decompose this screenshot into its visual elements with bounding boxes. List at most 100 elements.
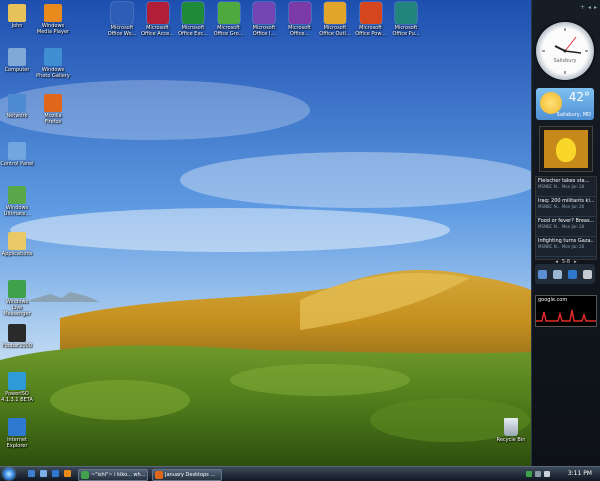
excel-icon xyxy=(182,2,204,24)
desktop-icon-label: Computer xyxy=(4,67,30,73)
media-player-icon xyxy=(44,4,62,22)
access-shortcut[interactable]: Microsoft Office Acce... xyxy=(140,2,176,37)
poweriso-shortcut[interactable]: PowerISO 4.1.3.1 BETA xyxy=(0,372,34,403)
desktop-icon-label: Network xyxy=(6,113,28,119)
quicklaunch-desktop-icon[interactable] xyxy=(28,470,35,477)
weather-temperature: 42° xyxy=(568,90,590,104)
feed-date: Mon Jan 28 xyxy=(561,184,585,189)
launcher-ie-icon[interactable] xyxy=(568,269,577,279)
sidebar-next-icon[interactable]: ▸ xyxy=(594,4,597,11)
feed-meta: MSNBC N... Mon Jan 28 xyxy=(538,204,594,209)
firefox-shortcut[interactable]: Mozilla Firefox xyxy=(36,94,70,125)
quicklaunch-media-icon[interactable] xyxy=(64,470,71,477)
foobar-icon xyxy=(8,324,26,342)
sidebar-add-gadget-icon[interactable]: + xyxy=(580,4,585,11)
media-player-shortcut[interactable]: Windows Media Player xyxy=(36,4,70,35)
feed-meta: MSNBC N... Mon Jan 28 xyxy=(538,224,594,229)
desktop-icon-label: Windows Live Messenger xyxy=(3,299,31,317)
control-panel-shortcut[interactable]: Control Panel xyxy=(0,142,34,167)
desktop-icon-label: Microsoft Office... xyxy=(288,25,311,37)
clock-face-icon xyxy=(542,28,588,74)
feed-date: Mon Jan 28 xyxy=(561,244,585,249)
photo-gallery-icon xyxy=(44,48,62,66)
feed-headline[interactable]: Iraq: 200 militants ki... MSNBC N... Mon … xyxy=(536,197,596,217)
taskbar-messenger-button[interactable]: ~"ishi"~ i kiko... wh... xyxy=(78,469,148,481)
powerpoint-shortcut[interactable]: Microsoft Office Pow... xyxy=(353,2,389,37)
excel-shortcut[interactable]: Microsoft Office Exc... xyxy=(175,2,211,37)
taskbar-firefox-icon xyxy=(155,471,163,479)
computer-shortcut[interactable]: Computer xyxy=(0,48,34,73)
taskbar-messenger-icon xyxy=(81,471,89,479)
feed-source: MSNBC N... xyxy=(538,184,561,189)
windows-ultimate-shortcut[interactable]: Windows Ultimate... xyxy=(0,186,34,217)
slideshow-gadget[interactable] xyxy=(539,126,593,172)
slideshow-image xyxy=(544,130,588,168)
feed-headline[interactable]: Food or fever? Breas... MSNBC N... Mon Ja… xyxy=(536,217,596,237)
publisher-icon xyxy=(395,2,417,24)
taskbar-firefox-button[interactable]: January Desktops ... xyxy=(152,469,222,481)
feed-headline[interactable]: Fleischer takes sta... MSNBC N... Mon Jan… xyxy=(536,177,596,197)
publisher-shortcut[interactable]: Microsoft Office Pu... xyxy=(388,2,424,37)
photo-gallery-shortcut[interactable]: Windows Photo Gallery xyxy=(36,48,70,79)
feed-headline[interactable]: Infighting turns Gaza... MSNBC N... Mon J… xyxy=(536,237,596,257)
groove-shortcut[interactable]: Microsoft Office Gro... xyxy=(211,2,247,37)
clock-gadget[interactable]: Salisbury xyxy=(536,22,594,80)
desktop-icon-label: Windows Photo Gallery xyxy=(36,67,70,79)
sidebar-prev-icon[interactable]: ◂ xyxy=(588,4,591,11)
meter-title: google.com xyxy=(538,297,568,303)
access-icon xyxy=(146,2,169,24)
launcher-item-2-icon[interactable] xyxy=(553,269,562,279)
system-tray: 3:11 PM xyxy=(524,467,600,481)
taskbar-button-label: ~"ishi"~ i kiko... wh... xyxy=(91,472,146,478)
desktop-icon-label: Microsoft Office Gro... xyxy=(213,25,244,37)
weather-gadget[interactable]: 42° Salisbury, MD xyxy=(536,88,594,120)
taskbar-clock[interactable]: 3:11 PM xyxy=(568,467,592,481)
desktop-icon-label: Internet Explorer xyxy=(6,437,28,449)
internet-explorer-shortcut[interactable]: Internet Explorer xyxy=(0,418,34,449)
tray-volume-icon[interactable] xyxy=(544,471,550,477)
launcher-item-1-icon[interactable] xyxy=(538,269,547,279)
internet-explorer-icon xyxy=(8,418,26,436)
feed-date: Mon Jan 28 xyxy=(561,204,585,209)
quicklaunch-ie-icon[interactable] xyxy=(52,470,59,477)
desktop-icon-label: Microsoft Office Pow... xyxy=(355,25,386,37)
applications-folder-icon xyxy=(8,232,26,250)
applications-folder-shortcut[interactable]: Applications xyxy=(0,232,34,257)
feed-meta: MSNBC N... Mon Jan 28 xyxy=(538,184,594,189)
powerpoint-icon xyxy=(359,2,382,24)
sun-icon xyxy=(540,92,562,114)
word-icon xyxy=(111,2,133,24)
launcher-recycle-icon[interactable] xyxy=(583,269,592,279)
feed-source: MSNBC N... xyxy=(538,244,561,249)
foobar-shortcut[interactable]: Foobar2000 xyxy=(0,324,34,349)
user-folder-shortcut[interactable]: John xyxy=(0,4,34,29)
outlook-shortcut[interactable]: Microsoft Office Outl... xyxy=(317,2,353,37)
desktop-icon-label: Microsoft Office Outl... xyxy=(319,25,351,37)
tray-messenger-icon[interactable] xyxy=(526,471,532,477)
taskbar: ~"ishi"~ i kiko... wh... January Desktops… xyxy=(0,466,600,481)
messenger-shortcut[interactable]: Windows Live Messenger xyxy=(0,280,34,317)
desktop-icon-label: Mozilla Firefox xyxy=(44,113,62,125)
recycle-bin[interactable]: Recycle Bin xyxy=(494,418,528,443)
recycle-bin-label: Recycle Bin xyxy=(496,437,526,443)
tray-network-icon[interactable] xyxy=(535,471,541,477)
quicklaunch-switch-icon[interactable] xyxy=(40,470,47,477)
infopath-shortcut[interactable]: Microsoft Office I... xyxy=(246,2,282,37)
recycle-bin-icon xyxy=(504,418,518,436)
rubber-duck-icon xyxy=(556,138,576,162)
groove-icon xyxy=(217,2,240,24)
desktop-icon-label: Applications xyxy=(1,251,33,257)
onenote-shortcut[interactable]: Microsoft Office... xyxy=(282,2,318,37)
desktop-icon-label: John xyxy=(11,23,23,29)
desktop-icon-label: Microsoft Office I... xyxy=(252,25,276,37)
network-shortcut[interactable]: Network xyxy=(0,94,34,119)
desktop-icon-label: Microsoft Office Acce... xyxy=(141,25,174,37)
start-button[interactable] xyxy=(3,468,15,480)
word-shortcut[interactable]: Microsoft Office Wo... xyxy=(104,2,140,37)
control-panel-icon xyxy=(8,142,26,160)
desktop-icon-label: Microsoft Office Exc... xyxy=(178,25,208,37)
network-meter-gadget: google.com xyxy=(535,295,597,327)
desktop-icon-label: PowerISO 4.1.3.1 BETA xyxy=(1,391,33,403)
meter-graph xyxy=(536,309,596,322)
desktop-icon-label: Microsoft Office Pu... xyxy=(392,25,420,37)
